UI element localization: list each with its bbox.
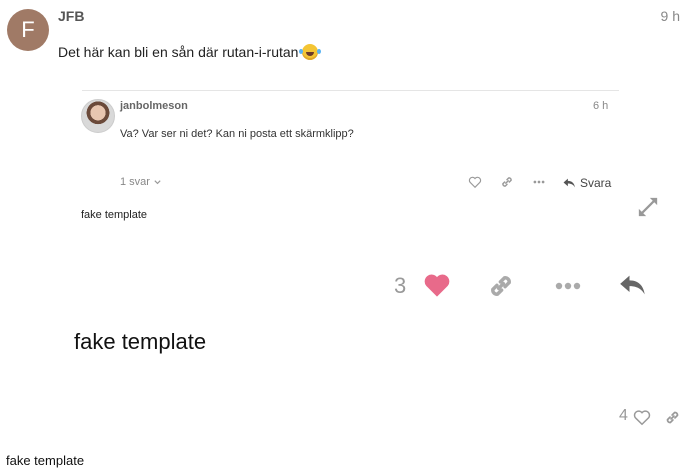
reply-icon[interactable] [619,272,647,298]
like-count: 3 [394,273,407,298]
avatar-letter: F [21,17,35,42]
embedded-replies: 1 svar [120,176,162,188]
heart-outline-icon [468,176,482,189]
more-icon [533,180,545,184]
link-icon[interactable] [487,272,515,300]
embedded-divider [82,90,619,91]
link-icon[interactable] [664,409,681,426]
post-username[interactable]: JFB [58,8,84,24]
caption-bottom: fake template [6,453,85,468]
like-count: 4 [619,407,628,424]
laughing-tears-emoji-icon [299,44,319,60]
embedded-caption: fake template [81,209,148,221]
chevron-down-icon [154,179,161,184]
avatar[interactable]: F [7,9,49,51]
embedded-username: janbolmeson [120,100,188,112]
more-icon[interactable] [555,280,581,292]
post-text-content: Det här kan bli en sån där rutan-i-rutan [58,44,299,60]
heart-icon[interactable] [423,272,451,298]
embedded-time: 6 h [593,100,609,112]
caption-large: fake template [74,329,207,354]
embedded-actions [468,173,546,191]
embedded-avatar [81,99,115,133]
post-text: Det här kan bli en sån där rutan-i-rutan [58,44,319,60]
embedded-text: Va? Var ser ni det? Kan ni posta ett skä… [120,128,354,140]
expand-icon[interactable] [637,196,659,218]
embedded-replies-label: 1 svar [120,176,150,188]
post-time[interactable]: 9 h [661,8,680,24]
heart-outline-icon[interactable] [633,409,651,426]
reply-icon [563,178,575,188]
embedded-reply-label: Svara [580,176,612,190]
link-icon [502,177,512,187]
embedded-reply: Svara [563,176,611,190]
